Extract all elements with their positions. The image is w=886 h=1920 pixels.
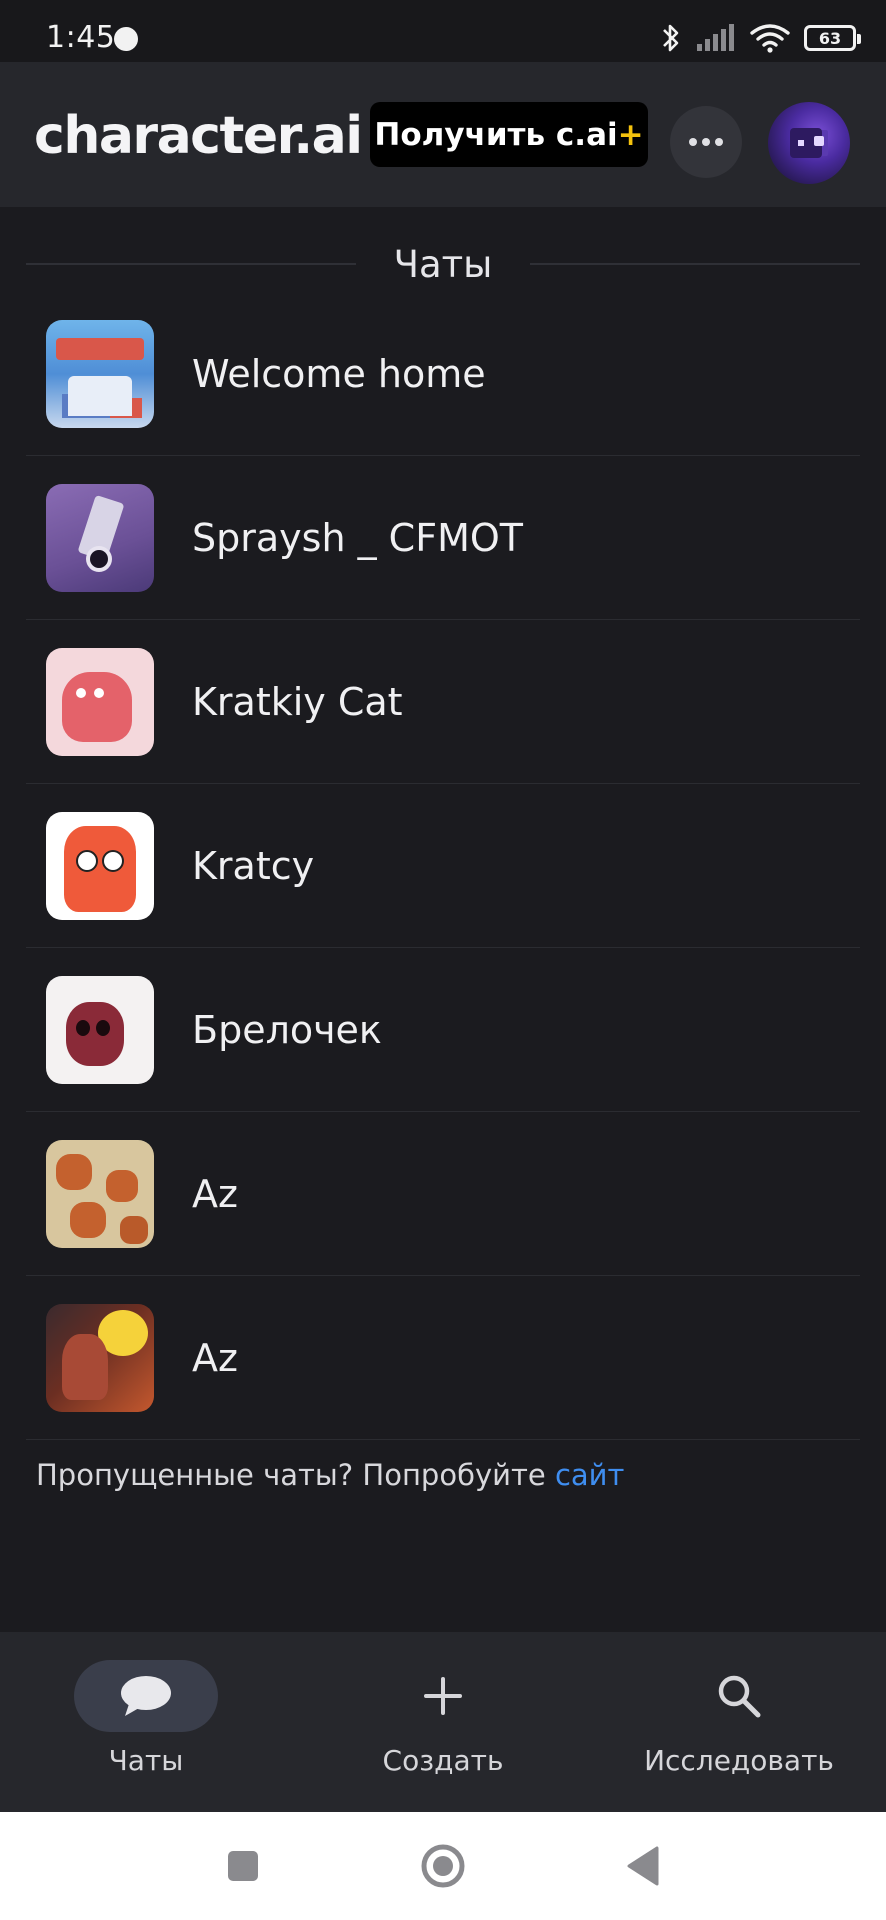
chat-avatar [46, 647, 154, 756]
nav-chats-pill [74, 1660, 218, 1732]
search-icon [718, 1675, 761, 1718]
get-plus-button[interactable]: Получить c.ai + [370, 102, 648, 167]
chat-bubble-icon [121, 1676, 171, 1716]
divider-right [530, 263, 860, 265]
chat-avatar [46, 975, 154, 1084]
section-title: Чаты [393, 242, 493, 286]
chat-item-az-2[interactable]: Az [26, 1276, 860, 1440]
chat-name: Kratcy [192, 843, 315, 888]
chat-name: Kratkiy Cat [192, 679, 403, 724]
plus-icon [424, 1677, 462, 1715]
square-icon [228, 1851, 258, 1881]
status-icons: 63 [660, 18, 861, 58]
chat-item-az-1[interactable]: Az [26, 1112, 860, 1276]
battery-icon: 63 [804, 25, 861, 51]
chat-name: Брелочек [192, 1007, 382, 1052]
back-triangle-icon [627, 1846, 659, 1886]
home-circle-icon [421, 1844, 465, 1888]
chat-item-brelochek[interactable]: Брелочек [26, 948, 860, 1112]
system-nav-bar [0, 1812, 886, 1920]
chat-avatar [46, 1139, 154, 1248]
chat-name: Spraysh _ CFMOT [192, 515, 523, 560]
bluetooth-icon [663, 24, 679, 52]
divider-left [26, 263, 356, 265]
chat-item-welcome-home[interactable]: Welcome home [26, 292, 860, 456]
more-options-button[interactable] [670, 106, 742, 178]
chats-section-header: Чаты [26, 240, 860, 288]
nav-create[interactable]: Создать [333, 1660, 553, 1790]
get-plus-label: Получить c.ai [374, 116, 618, 153]
bottom-nav: Чаты Создать Исследовать [0, 1632, 886, 1812]
chat-name: Welcome home [192, 351, 486, 396]
app-logo[interactable]: character.ai [34, 106, 363, 166]
website-link[interactable]: сайт [555, 1458, 624, 1492]
chat-item-kratkiy-cat[interactable]: Kratkiy Cat [26, 620, 860, 784]
missed-chats-hint: Пропущенные чаты? Попробуйте сайт [36, 1458, 624, 1492]
chat-avatar [46, 1303, 154, 1412]
nav-chats[interactable]: Чаты [36, 1660, 256, 1790]
status-time: 1:45 [46, 20, 116, 55]
plus-symbol: + [617, 116, 644, 153]
nav-explore-pill [667, 1660, 811, 1732]
missed-chats-text: Пропущенные чаты? Попробуйте [36, 1458, 555, 1492]
signal-icon [697, 24, 734, 51]
back-button[interactable] [615, 1838, 671, 1894]
nav-create-pill [371, 1660, 515, 1732]
chat-avatar [46, 483, 154, 592]
chat-item-kratcy[interactable]: Kratcy [26, 784, 860, 948]
chat-list: Welcome home Spraysh _ CFMOT Kratkiy Cat… [26, 292, 860, 1440]
profile-avatar[interactable] [768, 102, 850, 184]
chat-name: Az [192, 1171, 238, 1216]
nav-explore-label: Исследовать [644, 1744, 834, 1777]
status-bar: 1:45 63 [0, 0, 886, 62]
chat-item-spraysh[interactable]: Spraysh _ CFMOT [26, 456, 860, 620]
home-button[interactable] [415, 1838, 471, 1894]
nav-explore[interactable]: Исследовать [629, 1660, 849, 1790]
app-header: character.ai Получить c.ai + [0, 62, 886, 207]
nav-create-label: Создать [382, 1744, 504, 1777]
recents-button[interactable] [215, 1838, 271, 1894]
chat-avatar [46, 811, 154, 920]
chat-name: Az [192, 1335, 238, 1380]
notification-dot-icon [114, 27, 138, 51]
more-horizontal-icon [689, 138, 697, 146]
chat-avatar [46, 319, 154, 428]
nav-chats-label: Чаты [108, 1744, 184, 1777]
wifi-icon [750, 24, 790, 53]
